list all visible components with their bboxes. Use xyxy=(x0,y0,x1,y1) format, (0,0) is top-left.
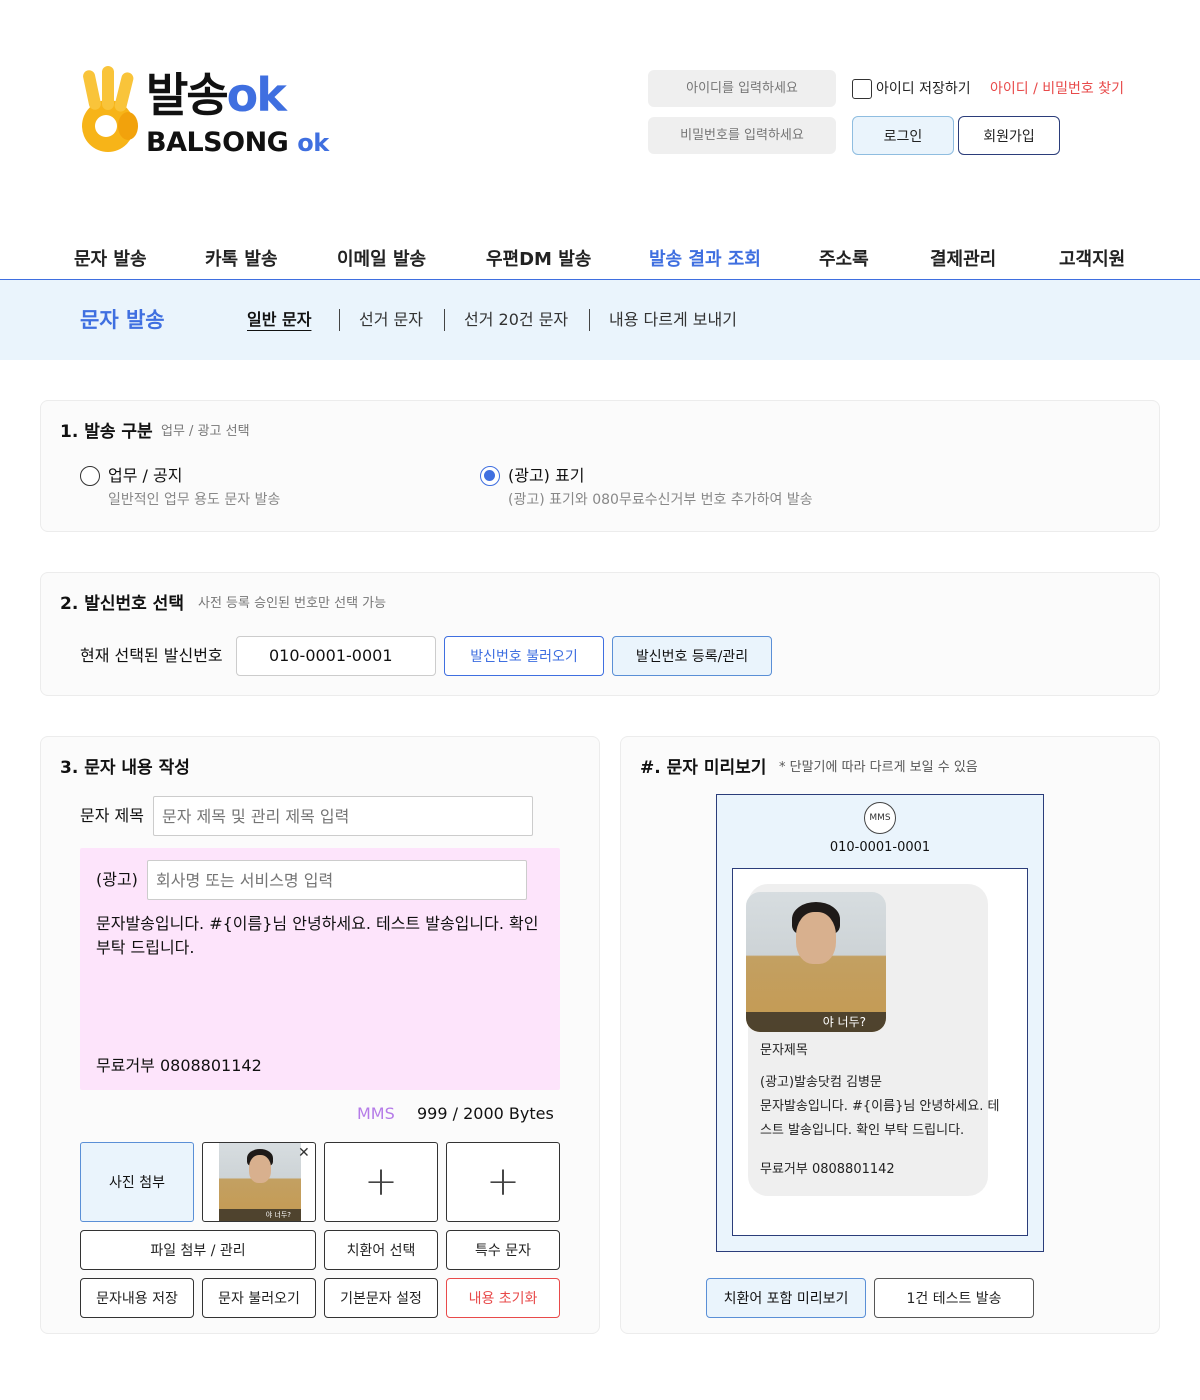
gnb-item-sms[interactable]: 문자 발송 xyxy=(74,248,147,272)
gnb-item-kakao[interactable]: 카톡 발송 xyxy=(205,248,278,272)
radio-business-desc: 일반적인 업무 용도 문자 발송 xyxy=(108,492,281,508)
gnb-item-postal-dm[interactable]: 우편DM 발송 xyxy=(486,248,591,272)
message-body-line: 부탁 드립니다. xyxy=(96,938,195,957)
special-char-button[interactable]: 특수 문자 xyxy=(446,1230,560,1270)
tab-separator xyxy=(444,309,445,331)
user-id-input[interactable] xyxy=(648,70,836,107)
manage-number-button[interactable]: 발신번호 등록/관리 xyxy=(612,636,772,676)
save-content-button[interactable]: 문자내용 저장 xyxy=(80,1278,194,1318)
compose-title: 3. 문자 내용 작성 xyxy=(60,758,190,778)
radio-advertisement[interactable] xyxy=(480,466,500,486)
replace-word-button[interactable]: 치환어 선택 xyxy=(324,1230,438,1270)
preview-photo: 야 너두? xyxy=(746,892,886,1032)
preview-optout: 무료거부 0808801142 xyxy=(760,1162,895,1177)
add-photo-slot[interactable]: + xyxy=(446,1142,560,1222)
preview-photo-caption: 야 너두? xyxy=(746,1012,886,1032)
plus-icon: + xyxy=(364,1159,398,1205)
logo-ok-hand-icon xyxy=(78,66,144,158)
logo-subtitle: BALSONG ok xyxy=(146,127,329,158)
default-message-button[interactable]: 기본문자 설정 xyxy=(324,1278,438,1318)
gnb-item-support[interactable]: 고객지원 xyxy=(1059,248,1125,272)
radio-advertisement-label[interactable]: (광고) 표기 xyxy=(508,465,584,487)
load-number-button[interactable]: 발신번호 불러오기 xyxy=(444,636,604,676)
mms-badge: MMS xyxy=(864,802,896,834)
gnb-item-payment[interactable]: 결제관리 xyxy=(930,248,996,272)
radio-business-label[interactable]: 업무 / 공지 xyxy=(108,465,182,487)
send-type-panel xyxy=(40,400,1160,532)
message-body-line: 문자발송입니다. #{이름}님 안녕하세요. 테스트 발송입니다. 확인 xyxy=(96,914,539,933)
optout-text: 무료거부 0808801142 xyxy=(96,1056,262,1075)
preview-with-replace-button[interactable]: 치환어 포함 미리보기 xyxy=(706,1278,866,1318)
remove-photo-icon[interactable]: ✕ xyxy=(298,1144,310,1162)
login-button[interactable]: 로그인 xyxy=(852,116,954,155)
tab-general-sms[interactable]: 일반 문자 xyxy=(247,309,311,331)
attached-photo-thumbnail: 야 너두? xyxy=(219,1143,301,1221)
add-photo-slot[interactable]: + xyxy=(324,1142,438,1222)
subnav-title: 문자 발송 xyxy=(80,308,165,332)
preview-message-title: 문자제목 xyxy=(760,1043,808,1058)
save-id-checkbox[interactable] xyxy=(852,79,872,99)
subject-label: 문자 제목 xyxy=(80,806,144,825)
gnb-item-email[interactable]: 이메일 발송 xyxy=(337,248,426,272)
company-name-input[interactable] xyxy=(147,860,527,900)
tab-different-content[interactable]: 내용 다르게 보내기 xyxy=(609,309,737,331)
gnb-item-result[interactable]: 발송 결과 조회 xyxy=(649,248,761,272)
plus-icon: + xyxy=(486,1159,520,1205)
byte-counter: 999 / 2000 Bytes xyxy=(417,1104,554,1123)
test-send-button[interactable]: 1건 테스트 발송 xyxy=(874,1278,1034,1318)
sender-number-desc: 사전 등록 승인된 번호만 선택 가능 xyxy=(198,596,387,611)
send-type-desc: 업무 / 광고 선택 xyxy=(161,424,250,439)
radio-advertisement-desc: (광고) 표기와 080무료수신거부 번호 추가하여 발송 xyxy=(508,492,813,508)
subject-input[interactable] xyxy=(153,796,533,836)
current-number-label: 현재 선택된 발신번호 xyxy=(80,646,223,665)
find-id-password-link[interactable]: 아이디 / 비밀번호 찾기 xyxy=(990,79,1124,99)
preview-note: * 단말기에 따라 다르게 보일 수 있음 xyxy=(779,760,978,775)
gnb-item-address-book[interactable]: 주소록 xyxy=(819,248,869,272)
preview-message-line: (광고)발송닷컴 김병문 xyxy=(760,1075,882,1090)
tab-separator xyxy=(589,309,590,331)
preview-message-line: 스트 발송입니다. 확인 부탁 드립니다. xyxy=(760,1123,965,1138)
load-message-button[interactable]: 문자 불러오기 xyxy=(202,1278,316,1318)
preview-title: #. 문자 미리보기 xyxy=(640,758,767,778)
join-button[interactable]: 회원가입 xyxy=(958,116,1060,155)
tab-election-sms[interactable]: 선거 문자 xyxy=(359,309,423,331)
radio-business[interactable] xyxy=(80,466,100,486)
save-id-label[interactable]: 아이디 저장하기 xyxy=(876,79,971,99)
photo-attach-button[interactable]: 사진 첨부 xyxy=(80,1142,194,1222)
reset-content-button[interactable]: 내용 초기화 xyxy=(446,1278,560,1318)
ad-prefix-label: (광고) xyxy=(96,870,138,889)
send-type-title: 1. 발송 구분 xyxy=(60,422,153,442)
subnav-bar xyxy=(0,280,1200,360)
tab-election-20-sms[interactable]: 선거 20건 문자 xyxy=(464,309,568,331)
password-input[interactable] xyxy=(648,117,836,154)
message-type-badge: MMS xyxy=(357,1104,395,1123)
tab-separator xyxy=(339,309,340,331)
preview-message-line: 문자발송입니다. #{이름}님 안녕하세요. 테 xyxy=(760,1099,1000,1114)
current-number-field[interactable]: 010-0001-0001 xyxy=(236,636,436,676)
preview-sender-number: 010-0001-0001 xyxy=(829,840,931,855)
sender-number-panel xyxy=(40,572,1160,696)
thumbnail-caption: 야 너두? xyxy=(219,1209,301,1221)
sender-number-title: 2. 발신번호 선택 xyxy=(60,594,184,614)
file-manage-button[interactable]: 파일 첨부 / 관리 xyxy=(80,1230,316,1270)
logo-title: 발송ok xyxy=(146,68,287,122)
